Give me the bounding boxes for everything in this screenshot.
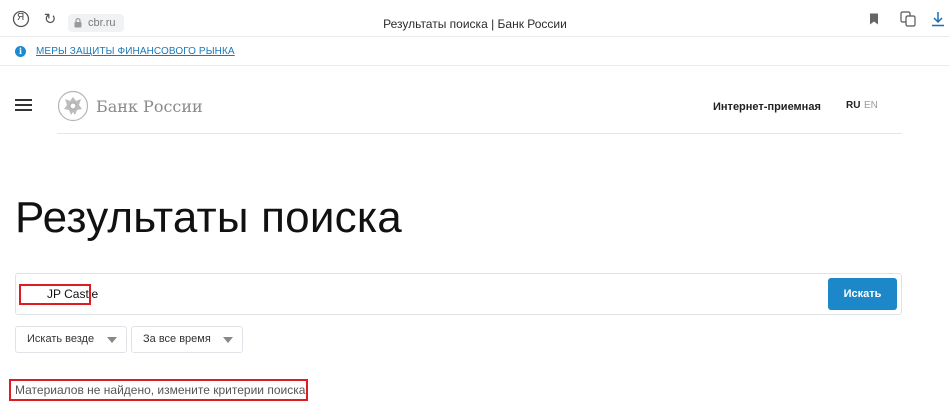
financial-market-protection-link[interactable]: МЕРЫ ЗАЩИТЫ ФИНАНСОВОГО РЫНКА (36, 46, 235, 57)
menu-icon-bar (15, 99, 32, 101)
chevron-down-icon (223, 337, 233, 343)
lang-ru[interactable]: RU (846, 100, 860, 111)
bookmark-icon[interactable] (864, 9, 884, 29)
menu-icon-bar (15, 109, 32, 111)
info-strip: i МЕРЫ ЗАЩИТЫ ФИНАНСОВОГО РЫНКА (0, 38, 950, 66)
bank-emblem-icon[interactable] (57, 90, 89, 122)
lang-en[interactable]: EN (864, 100, 878, 111)
chevron-down-icon (107, 337, 117, 343)
bookmark-shape (870, 13, 878, 25)
header-divider (57, 133, 902, 134)
site-header: Банк России Интернет-приемная RU EN (0, 67, 950, 135)
search-panel (15, 273, 902, 315)
tab-title: Результаты поиска | Банк России (383, 17, 567, 31)
search-scope-select[interactable]: Искать везде (15, 326, 127, 353)
page-title: Результаты поиска (15, 193, 402, 242)
no-results-message: Материалов не найдено, измените критерии… (15, 383, 306, 397)
time-range-value: За все время (143, 333, 211, 345)
translate-shape (900, 11, 916, 27)
translate-icon[interactable] (898, 9, 918, 29)
browser-toolbar: Я ↻ cbr.ru Результаты поиска | Банк Росс… (0, 0, 950, 37)
time-range-select[interactable]: За все время (131, 326, 243, 353)
search-input[interactable] (26, 283, 626, 305)
internet-reception-link[interactable]: Интернет-приемная (713, 101, 821, 113)
menu-icon[interactable] (15, 99, 32, 111)
download-icon[interactable] (928, 9, 948, 29)
info-icon: i (15, 46, 26, 57)
menu-icon-bar (15, 104, 32, 106)
brand-name[interactable]: Банк России (96, 97, 203, 116)
download-shape (932, 12, 944, 27)
search-scope-value: Искать везде (27, 333, 95, 345)
search-button[interactable]: Искать (828, 278, 897, 310)
